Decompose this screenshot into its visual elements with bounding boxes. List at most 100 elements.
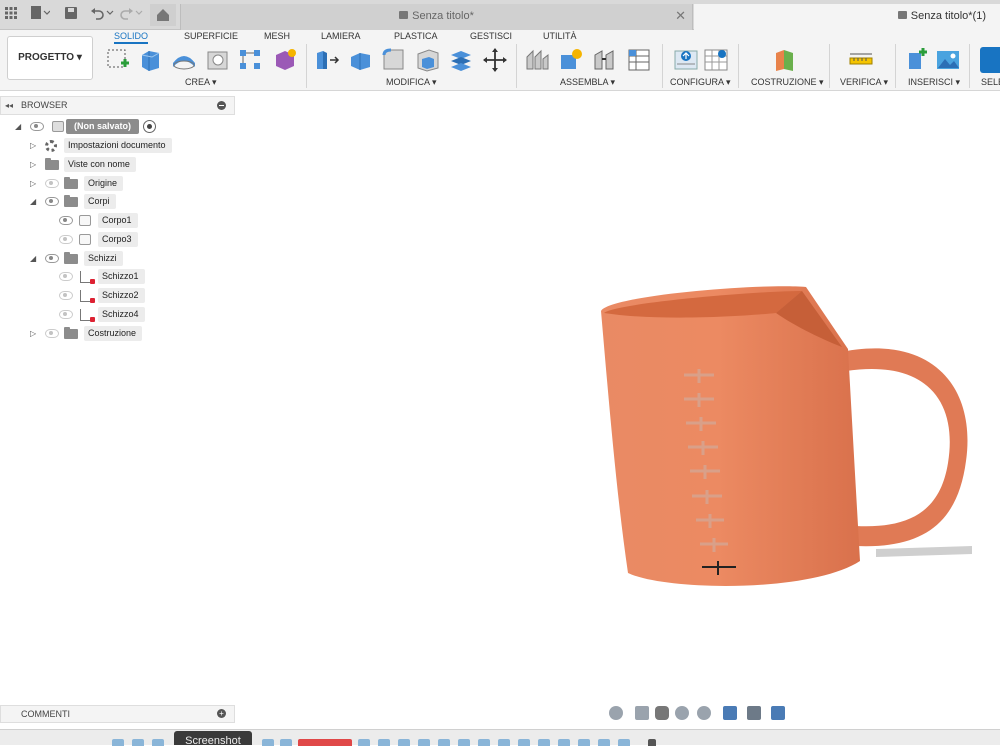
tree-item-origin[interactable]: ▷ Origine — [0, 176, 235, 191]
expand-triangle-icon[interactable]: ▷ — [30, 157, 38, 172]
fillet-icon[interactable] — [348, 47, 374, 73]
configure-table-icon[interactable] — [703, 47, 729, 73]
save-icon[interactable] — [64, 6, 78, 24]
group-assembla[interactable]: ASSEMBLA ▾ — [560, 77, 615, 88]
joint-origin-icon[interactable] — [626, 47, 652, 73]
eye-hidden-icon[interactable] — [59, 272, 73, 281]
redo-icon[interactable] — [119, 6, 143, 24]
grid-settings-icon[interactable] — [747, 706, 761, 720]
browser-panel-header: ◂◂ BROWSER — [0, 96, 235, 115]
tree-item-sketch2[interactable]: Schizzo2 — [0, 288, 235, 303]
joint-icon[interactable] — [558, 47, 584, 73]
configure-icon[interactable] — [673, 47, 699, 73]
root-label: (Non salvato) — [66, 119, 140, 134]
fit-zoom-icon[interactable] — [697, 706, 711, 720]
eye-hidden-icon[interactable] — [59, 291, 73, 300]
eye-hidden-icon[interactable] — [59, 235, 73, 244]
insert-image-icon[interactable] — [935, 47, 961, 73]
collapse-triangle-icon[interactable]: ◢ — [30, 194, 38, 209]
tab-document-1[interactable]: Senza titolo* ✕ — [180, 4, 693, 30]
home-icon[interactable] — [150, 4, 176, 26]
display-settings-icon[interactable] — [723, 706, 737, 720]
tree-item-label: Viste con nome — [64, 157, 136, 172]
expand-triangle-icon[interactable]: ▷ — [30, 176, 38, 191]
pan-icon[interactable] — [655, 706, 669, 720]
minimize-panel-icon[interactable] — [217, 101, 226, 110]
collapse-triangle-icon[interactable]: ◢ — [30, 251, 38, 266]
eye-icon[interactable] — [45, 254, 59, 263]
tab-utilita[interactable]: UTILITÀ — [543, 30, 577, 44]
apps-grid-icon[interactable] — [4, 6, 18, 24]
revolve-icon[interactable] — [171, 47, 197, 73]
measure-icon[interactable] — [848, 47, 874, 73]
hole-icon[interactable] — [205, 47, 231, 73]
tab-lamiera[interactable]: LAMIERA — [321, 30, 361, 44]
tree-item-bodies[interactable]: ◢ Corpi — [0, 194, 235, 209]
zoom-icon[interactable] — [675, 706, 689, 720]
folder-icon — [64, 252, 78, 264]
insert-derive-icon[interactable] — [904, 47, 930, 73]
tree-item-label: Corpo1 — [98, 213, 138, 228]
tree-item-construction[interactable]: ▷ Costruzione — [0, 326, 235, 341]
group-configura[interactable]: CONFIGURA ▾ — [670, 77, 731, 88]
create-sketch-icon[interactable] — [105, 47, 131, 73]
pattern-icon[interactable] — [238, 47, 264, 73]
group-modifica[interactable]: MODIFICA ▾ — [386, 77, 437, 88]
tab-superficie[interactable]: SUPERFICIE — [184, 30, 238, 44]
group-seleziona[interactable]: SELE — [981, 77, 1000, 87]
3d-viewport[interactable] — [236, 91, 1000, 703]
tab-mesh[interactable]: MESH — [264, 30, 290, 44]
group-inserisci[interactable]: INSERISCI ▾ — [908, 77, 960, 88]
collapse-panel-icon[interactable]: ◂◂ — [5, 97, 13, 114]
tree-item-body3[interactable]: Corpo3 — [0, 232, 235, 247]
expand-triangle-icon[interactable]: ▷ — [30, 138, 38, 153]
look-at-icon[interactable] — [635, 706, 649, 720]
shell-icon[interactable] — [415, 47, 441, 73]
tree-item-named-views[interactable]: ▷ Viste con nome — [0, 157, 235, 172]
tab-document-2[interactable]: Senza titolo*(1) — [694, 4, 1000, 30]
viewports-icon[interactable] — [771, 706, 785, 720]
tree-item-body1[interactable]: Corpo1 — [0, 213, 235, 228]
eye-hidden-icon[interactable] — [45, 179, 59, 188]
file-menu-icon[interactable] — [30, 6, 51, 24]
close-icon[interactable]: ✕ — [675, 4, 686, 28]
group-costruzione[interactable]: COSTRUZIONE ▾ — [751, 77, 824, 88]
comments-panel[interactable]: COMMENTI + — [0, 705, 235, 723]
gear-icon — [45, 140, 57, 152]
tree-item-sketch4[interactable]: Schizzo4 — [0, 307, 235, 322]
eye-hidden-icon[interactable] — [45, 329, 59, 338]
tree-item-sketch1[interactable]: Schizzo1 — [0, 269, 235, 284]
project-dropdown[interactable]: PROGETTO ▾ — [7, 36, 93, 80]
select-icon[interactable] — [980, 47, 1000, 73]
tree-item-document-settings[interactable]: ▷ Impostazioni documento — [0, 138, 235, 153]
orbit-icon[interactable] — [609, 706, 623, 720]
tab-plastica[interactable]: PLASTICA — [394, 30, 438, 44]
construction-plane-icon[interactable] — [772, 47, 798, 73]
group-crea[interactable]: CREA ▾ — [185, 77, 217, 88]
mug-model[interactable] — [236, 91, 1000, 703]
extrude-icon[interactable] — [137, 47, 163, 73]
combine-icon[interactable] — [448, 47, 474, 73]
eye-icon[interactable] — [30, 122, 44, 131]
tree-item-sketches[interactable]: ◢ Schizzi — [0, 251, 235, 266]
eye-hidden-icon[interactable] — [59, 310, 73, 319]
expand-triangle-icon[interactable]: ▷ — [30, 326, 38, 341]
create-form-icon[interactable] — [272, 47, 298, 73]
group-verifica[interactable]: VERIFICA ▾ — [840, 77, 888, 88]
chamfer-icon[interactable] — [381, 47, 407, 73]
tab-solido[interactable]: SOLIDO — [114, 30, 149, 44]
new-component-icon[interactable] — [524, 47, 550, 73]
eye-icon[interactable] — [59, 216, 73, 225]
add-comment-icon[interactable]: + — [217, 709, 226, 718]
activate-radio-icon[interactable] — [143, 120, 156, 133]
as-built-joint-icon[interactable] — [592, 47, 618, 73]
ribbon-toolbar: PROGETTO ▾ SOLIDO SUPERFICIE MESH LAMIER… — [0, 30, 1000, 91]
move-icon[interactable] — [482, 47, 508, 73]
eye-icon[interactable] — [45, 197, 59, 206]
tab-gestisci[interactable]: GESTISCI — [470, 30, 512, 44]
radio-dot — [147, 124, 152, 129]
tree-item-root[interactable]: ◢ (Non salvato) — [0, 119, 235, 134]
undo-icon[interactable] — [90, 6, 114, 24]
collapse-triangle-icon[interactable]: ◢ — [15, 119, 23, 134]
press-pull-icon[interactable] — [314, 47, 340, 73]
